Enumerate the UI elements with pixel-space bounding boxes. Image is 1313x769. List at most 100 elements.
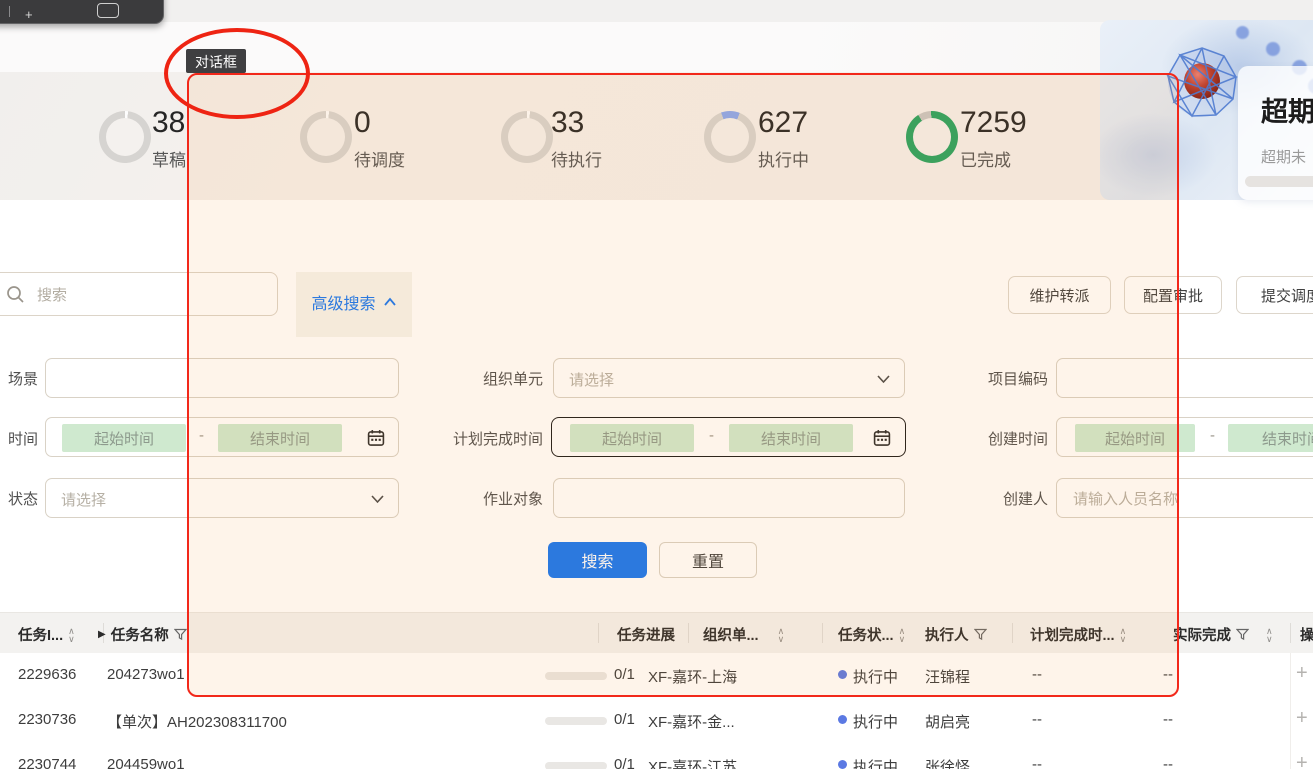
form-search-button[interactable]: 搜索: [548, 542, 647, 578]
filter-icon[interactable]: [173, 628, 187, 641]
time-label: 时间: [7, 431, 38, 448]
status-dot: [838, 760, 847, 769]
col-task-name[interactable]: ▶ 任务名称: [98, 624, 187, 645]
plan-finish-time-label: 计划完成时间: [452, 431, 543, 448]
shape-tool-icon[interactable]: [97, 3, 119, 18]
project-code-field: [1056, 358, 1313, 399]
draft-ring-chart: [99, 111, 151, 163]
work-object-input[interactable]: [568, 479, 870, 519]
create-time-picker[interactable]: 起始时间 - 结束时间: [1056, 417, 1313, 457]
filter-icon[interactable]: [973, 628, 987, 641]
expand-plus-icon[interactable]: +: [1296, 752, 1308, 769]
maintain-transfer-button[interactable]: 维护转派: [1008, 276, 1111, 314]
search-input[interactable]: [35, 273, 269, 317]
chevron-down-icon: [371, 495, 384, 504]
overdue-subtitle: 超期未: [1261, 149, 1307, 166]
sort-icon[interactable]: ∧ ∨: [778, 626, 785, 643]
sort-icon[interactable]: ∧ ∨: [899, 626, 906, 643]
cell-plan-finish: --: [1032, 666, 1042, 683]
col-label: 实际完成: [1173, 628, 1231, 644]
cell-task-id: 2230736: [18, 711, 77, 728]
stat-label: 待执行: [551, 151, 602, 170]
calendar-icon[interactable]: [367, 429, 385, 447]
sort-icon[interactable]: ∧ ∨: [68, 626, 75, 643]
col-task-id[interactable]: 任务I... ∧ ∨: [18, 624, 75, 645]
col-org-unit[interactable]: 组织单... ∧ ∨: [703, 624, 784, 645]
start-time-placeholder[interactable]: 起始时间: [1075, 424, 1195, 452]
header-divider: [688, 623, 689, 643]
advanced-search-toggle[interactable]: 高级搜索: [296, 272, 412, 337]
cell-org-unit: XF-嘉环-金...: [648, 714, 735, 731]
filter-icon[interactable]: [1236, 628, 1249, 641]
start-time-placeholder[interactable]: 起始时间: [62, 424, 186, 452]
col-plan-finish[interactable]: 计划完成时... ∧ ∨: [1030, 624, 1126, 645]
progress-bar: [545, 762, 607, 769]
cell-actual-finish: --: [1163, 756, 1173, 769]
cell-task-name[interactable]: 204459wo1: [107, 756, 185, 769]
creator-label: 创建人: [1002, 491, 1048, 508]
progress-bar: [545, 672, 607, 680]
stat-label: 草稿: [152, 151, 186, 170]
col-label: 任务进展: [617, 628, 675, 644]
col-label: 组织单...: [703, 628, 759, 644]
row-divider: [1290, 743, 1291, 769]
executing-ring-chart: [704, 111, 756, 163]
table-row[interactable]: 2230736 【单次】AH202308311700 0/1 XF-嘉环-金..…: [0, 698, 1313, 744]
advanced-search-label: 高级搜索: [311, 296, 376, 313]
pending-schedule-ring-chart: [300, 111, 352, 163]
col-executor[interactable]: 执行人: [925, 624, 987, 645]
cell-status: 执行中: [853, 759, 899, 769]
scene-label: 场景: [7, 371, 38, 388]
calendar-icon[interactable]: [873, 429, 891, 447]
stat-value: 7259: [960, 106, 1027, 139]
range-separator: -: [199, 427, 204, 444]
annotation-toolbar[interactable]: +: [0, 0, 164, 24]
cell-task-name[interactable]: 204273wo1: [107, 666, 185, 683]
decorative-dot: [1266, 42, 1280, 56]
time-range-picker[interactable]: 起始时间 - 结束时间: [45, 417, 399, 457]
table-row[interactable]: 2230744 204459wo1 0/1 XF-嘉环-江苏 执行中 张徐怪 -…: [0, 743, 1313, 769]
plus-icon[interactable]: +: [25, 7, 33, 22]
col-label: 任务I...: [18, 628, 64, 644]
status-select[interactable]: 请选择: [45, 478, 399, 518]
cell-status: 执行中: [853, 714, 899, 731]
scene-field: [45, 358, 399, 399]
range-separator: -: [709, 427, 714, 444]
search-icon: [7, 286, 24, 303]
end-time-placeholder[interactable]: 结束时间: [1228, 424, 1313, 452]
cell-task-name[interactable]: 【单次】AH202308311700: [107, 711, 287, 732]
stat-draft: 38 草稿: [152, 106, 186, 171]
submit-dispatch-button[interactable]: 提交调度: [1236, 276, 1313, 314]
creator-input[interactable]: [1071, 479, 1313, 519]
project-code-label: 项目编码: [987, 371, 1048, 388]
work-object-label: 作业对象: [482, 491, 543, 508]
row-divider: [1290, 653, 1291, 698]
decorative-dot: [1236, 26, 1249, 39]
expand-plus-icon[interactable]: +: [1296, 707, 1308, 730]
stat-pending-exec: 33 待执行: [551, 106, 602, 171]
creator-field: [1056, 478, 1313, 519]
col-label: 执行人: [925, 628, 969, 644]
pending-exec-ring-chart: [501, 111, 553, 163]
sort-icon[interactable]: ∧ ∨: [1266, 626, 1273, 643]
org-unit-select[interactable]: 请选择: [553, 358, 905, 398]
table-row[interactable]: 2229636 204273wo1 0/1 XF-嘉环-上海 执行中 汪锦程 -…: [0, 653, 1313, 699]
chevron-up-icon: [383, 297, 396, 306]
cell-executor: 张徐怪: [925, 759, 971, 769]
configure-approval-button[interactable]: 配置审批: [1124, 276, 1222, 314]
end-time-placeholder[interactable]: 结束时间: [218, 424, 342, 452]
project-code-input[interactable]: [1071, 359, 1313, 399]
col-actual-finish[interactable]: 实际完成 ∧ ∨: [1173, 624, 1273, 645]
expand-all-icon[interactable]: ▶: [98, 629, 106, 640]
sort-icon[interactable]: ∧ ∨: [1120, 626, 1127, 643]
start-time-placeholder[interactable]: 起始时间: [570, 424, 694, 452]
col-label: 任务状...: [838, 628, 894, 644]
col-task-status[interactable]: 任务状... ∧ ∨: [838, 624, 905, 645]
scene-input[interactable]: [60, 359, 364, 399]
plan-finish-time-picker[interactable]: 起始时间 - 结束时间: [551, 417, 906, 457]
cell-progress: 0/1: [614, 756, 635, 769]
form-reset-button[interactable]: 重置: [659, 542, 757, 578]
annotation-label-text: 对话框: [195, 53, 237, 70]
end-time-placeholder[interactable]: 结束时间: [729, 424, 853, 452]
expand-plus-icon[interactable]: +: [1296, 662, 1308, 685]
